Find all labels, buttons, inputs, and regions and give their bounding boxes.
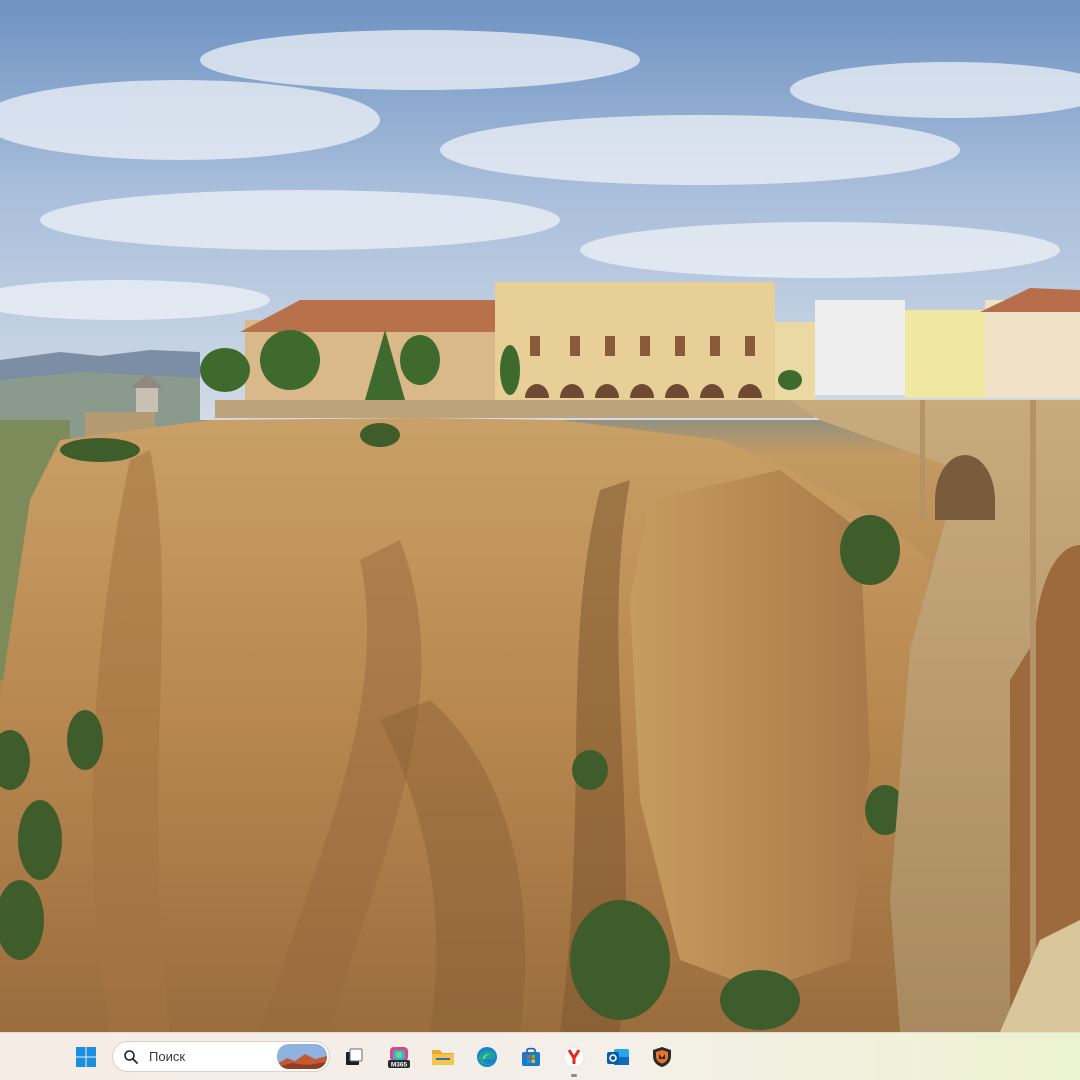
- yandex-browser-button[interactable]: [558, 1041, 590, 1077]
- yandex-browser-icon: [563, 1046, 585, 1068]
- m365-badge-text: M365: [391, 1062, 408, 1069]
- edge-icon: [477, 1047, 497, 1067]
- file-explorer-button[interactable]: [427, 1041, 459, 1073]
- outlook-icon: [607, 1049, 629, 1065]
- task-view-button[interactable]: [338, 1041, 370, 1073]
- edge-button[interactable]: [471, 1041, 503, 1073]
- file-explorer-icon: [432, 1050, 454, 1065]
- microsoft-365-button[interactable]: M365: [383, 1041, 415, 1073]
- outlook-button[interactable]: [602, 1041, 634, 1073]
- microsoft-store-button[interactable]: [515, 1041, 547, 1073]
- search-placeholder: Поиск: [149, 1049, 186, 1064]
- search-box[interactable]: Поиск: [112, 1041, 330, 1072]
- task-view-icon: [346, 1048, 363, 1065]
- shield-app-icon: [653, 1047, 671, 1067]
- microsoft-store-icon: [522, 1047, 540, 1066]
- shield-app-button[interactable]: [646, 1041, 678, 1073]
- taskbar: Поиск M365: [0, 1032, 1080, 1080]
- microsoft-365-icon: M365: [388, 1047, 410, 1069]
- start-icon: [76, 1047, 96, 1067]
- search-highlight-image[interactable]: [277, 1044, 327, 1069]
- search-icon: [124, 1049, 138, 1064]
- wallpaper-image: [0, 0, 1080, 1032]
- active-app-indicator: [571, 1074, 577, 1077]
- start-button[interactable]: [70, 1041, 102, 1073]
- desktop-wallpaper: [0, 0, 1080, 1032]
